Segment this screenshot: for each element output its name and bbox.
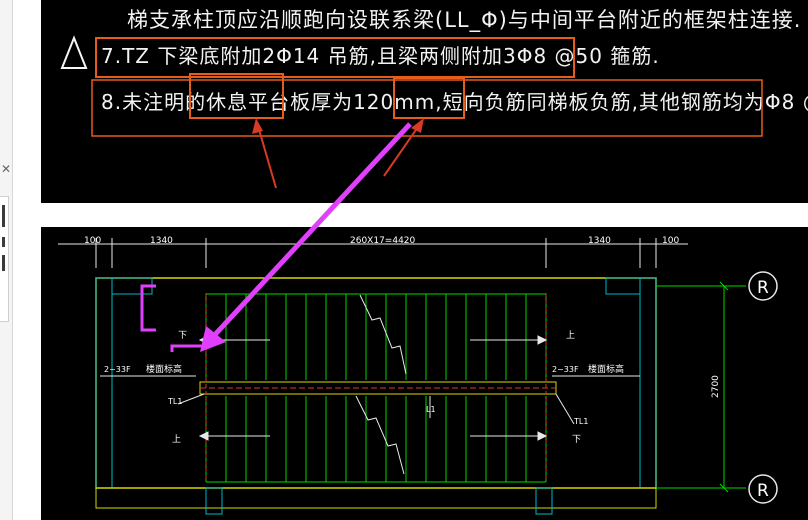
side-tab[interactable] [0,196,9,322]
tab-glyph [2,205,5,227]
note-line-3: 8.未注明的休息平台板厚为120mm,短向负筋同梯板负筋,其他钢筋均为Φ8 @1… [101,90,808,114]
close-icon[interactable]: ✕ [0,160,12,178]
note-line-2: 7.TZ 下梁底附加2Φ14 吊筋,且梁两侧附加3Φ8 @50 箍筋. [101,44,660,68]
tab-glyph [2,237,5,247]
cad-plan-panel [41,227,808,520]
cad-notes-panel: 梯支承柱顶应沿顺跑向设联系梁(LL_Φ)与中间平台附近的框架柱连接. 7.TZ … [41,0,808,203]
note-line-1: 梯支承柱顶应沿顺跑向设联系梁(LL_Φ)与中间平台附近的框架柱连接. [127,8,802,32]
tab-glyph [2,255,5,271]
